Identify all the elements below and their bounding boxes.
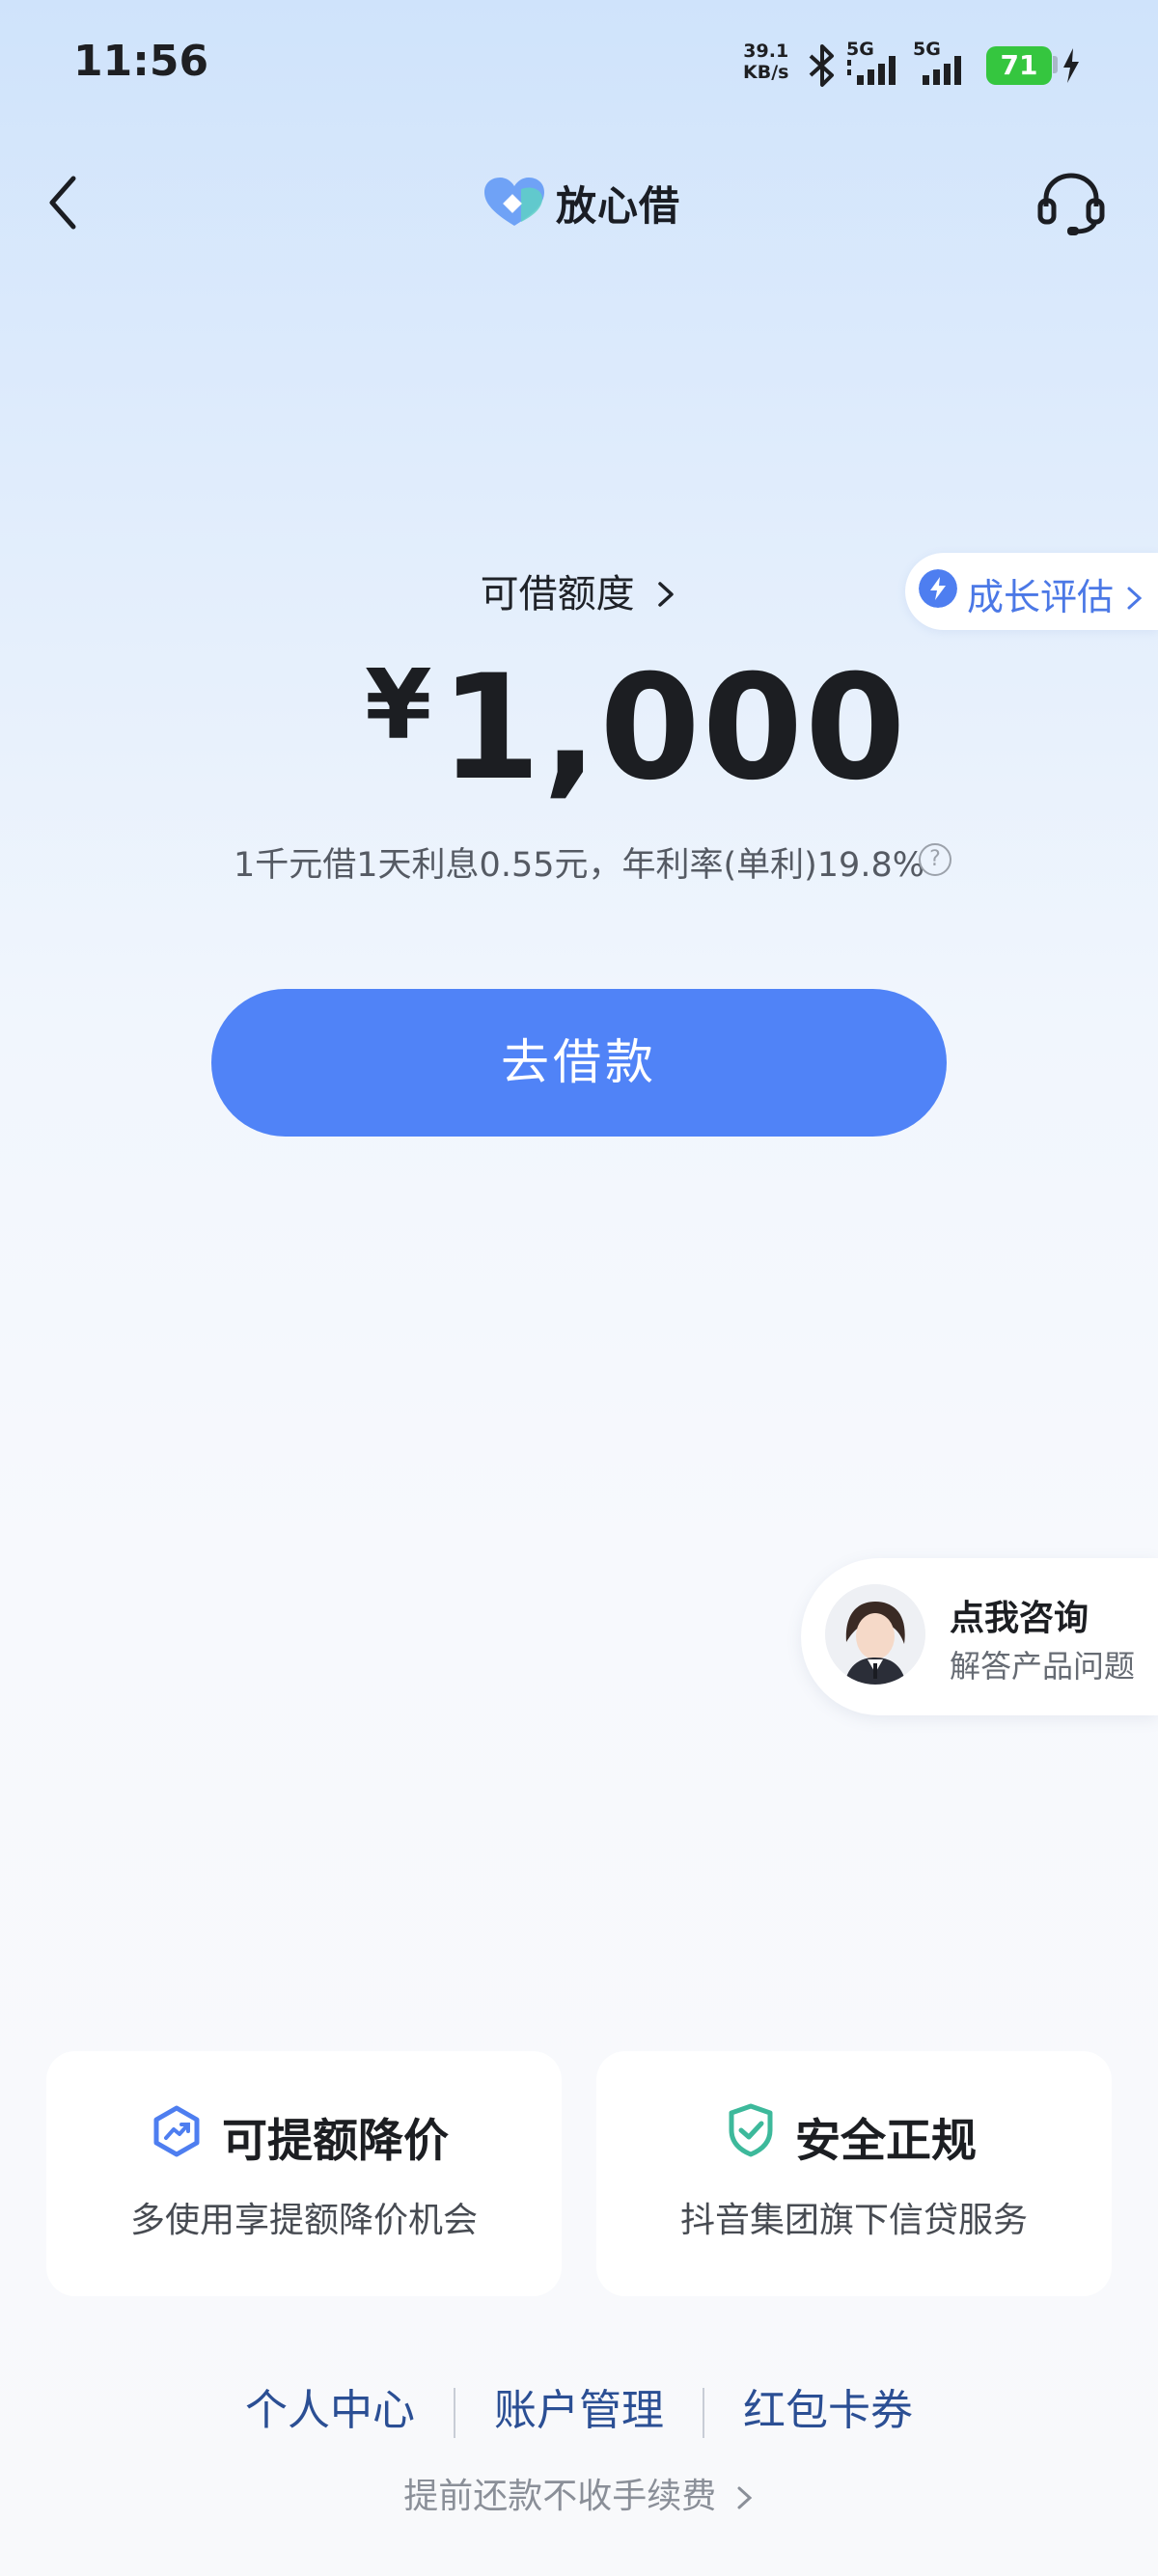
interest-rate-text: 1千元借1天利息0.55元，年利率(单利)19.8% <box>0 837 1158 887</box>
chevron-left-icon <box>49 176 76 230</box>
credit-amount: 1,000 <box>440 644 908 812</box>
signal-icon-1 <box>847 56 896 85</box>
currency-symbol: ¥ <box>365 648 432 761</box>
battery-level: 71 <box>986 46 1052 85</box>
link-coupons[interactable]: 红包卡券 <box>743 2386 913 2435</box>
charging-icon <box>1063 48 1079 83</box>
credit-limit-label-text: 可借额度 <box>480 572 635 617</box>
consult-title: 点我咨询 <box>950 1599 1089 1638</box>
bluetooth-icon <box>809 44 834 87</box>
feature-title: 可提额降价 <box>222 2115 449 2168</box>
headset-icon <box>1037 173 1105 235</box>
app-logo-icon <box>484 178 544 226</box>
help-icon[interactable]: ? <box>919 843 951 876</box>
prepay-link[interactable]: 提前还款不收手续费 <box>0 2468 1158 2518</box>
feature-subtitle: 多使用享提额降价机会 <box>129 2201 478 2240</box>
divider <box>454 2388 455 2438</box>
borrow-button[interactable]: 去借款 <box>211 989 947 1137</box>
link-account-management[interactable]: 账户管理 <box>494 2386 664 2435</box>
feature-card-credit[interactable] <box>46 2051 562 2296</box>
status-time: 11:56 <box>73 37 209 86</box>
interest-rate-label: 1千元借1天利息0.55元，年利率(单利)19.8% <box>234 846 924 885</box>
page-title: 放心借 <box>556 182 681 230</box>
consult-subtitle: 解答产品问题 <box>950 1648 1136 1685</box>
signal-icon-2 <box>923 56 961 85</box>
growth-badge-icon <box>153 2105 200 2157</box>
growth-icon <box>919 569 957 608</box>
network-speed-value: 39.1 <box>743 41 789 62</box>
chevron-right-icon <box>737 2486 752 2509</box>
link-personal-center[interactable]: 个人中心 <box>245 2386 415 2435</box>
growth-evaluation-label: 成长评估 <box>967 567 1144 620</box>
feature-card-security[interactable] <box>596 2051 1112 2296</box>
chevron-right-icon <box>1127 587 1143 610</box>
feature-subtitle: 抖音集团旗下信贷服务 <box>679 2201 1028 2240</box>
network-speed: 39.1 KB/s <box>743 41 788 83</box>
growth-evaluation-text: 成长评估 <box>967 576 1115 618</box>
feature-title: 安全正规 <box>795 2115 977 2168</box>
chevron-right-icon <box>658 582 675 607</box>
prepay-text: 提前还款不收手续费 <box>403 2477 717 2516</box>
divider <box>703 2388 704 2438</box>
shield-check-icon <box>729 2103 773 2157</box>
network-speed-unit: KB/s <box>743 62 789 83</box>
battery-cap <box>1053 56 1058 73</box>
agent-avatar <box>825 1584 925 1685</box>
customer-service-button[interactable] <box>1033 170 1110 237</box>
bottom-links: 个人中心 账户管理 红包卡券 <box>0 2375 1158 2438</box>
back-button[interactable] <box>39 169 93 236</box>
